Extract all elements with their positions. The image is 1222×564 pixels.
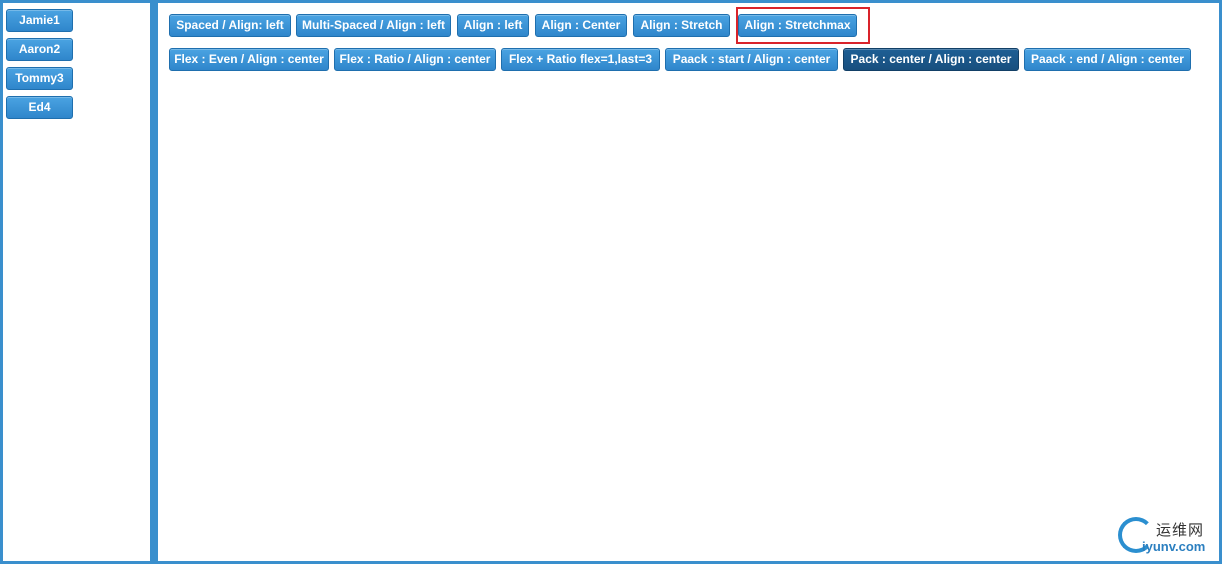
sidebar-item-ed4[interactable]: Ed4 [6,96,73,119]
left-panel: Jamie1 Aaron2 Tommy3 Ed4 [3,3,150,561]
pack-end-align-center-button[interactable]: Paack : end / Align : center [1024,48,1191,71]
multi-spaced-align-left-button[interactable]: Multi-Spaced / Align : left [296,14,451,37]
flex-ratio-align-center-button[interactable]: Flex : Ratio / Align : center [334,48,496,71]
pack-start-align-center-button[interactable]: Paack : start / Align : center [665,48,838,71]
spaced-align-left-button[interactable]: Spaced / Align: left [169,14,291,37]
align-left-button[interactable]: Align : left [457,14,529,37]
sidebar-item-jamie1[interactable]: Jamie1 [6,9,73,32]
align-center-button[interactable]: Align : Center [535,14,627,37]
align-stretch-button[interactable]: Align : Stretch [633,14,730,37]
flex-ratio-flex-button[interactable]: Flex + Ratio flex=1,last=3 [501,48,660,71]
watermark-logo: 运维网 iyunv.com [1118,515,1218,559]
sidebar-item-tommy3[interactable]: Tommy3 [6,67,73,90]
align-stretchmax-button[interactable]: Align : Stretchmax [738,14,857,37]
pack-center-align-center-button[interactable]: Pack : center / Align : center [843,48,1019,71]
watermark-cn-text: 运维网 [1156,521,1205,539]
app-frame: Jamie1 Aaron2 Tommy3 Ed4 Spaced / Align:… [0,0,1222,564]
main-panel: Spaced / Align: left Multi-Spaced / Alig… [158,3,1219,561]
watermark-en-text: iyunv.com [1142,539,1206,554]
flex-even-align-center-button[interactable]: Flex : Even / Align : center [169,48,329,71]
sidebar-item-aaron2[interactable]: Aaron2 [6,38,73,61]
